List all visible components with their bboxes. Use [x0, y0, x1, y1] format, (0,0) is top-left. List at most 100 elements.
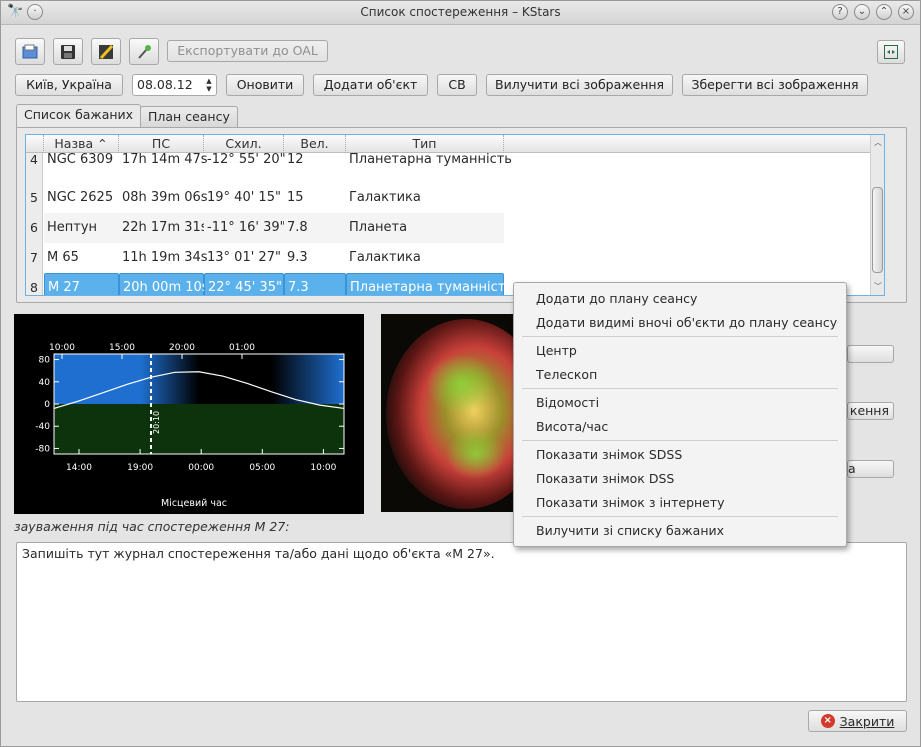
x-tick-label: 14:00 [66, 463, 92, 473]
menu-separator [522, 516, 838, 517]
save-all-images-button[interactable]: Зберегти всі зображення [682, 74, 868, 96]
maximize-icon[interactable]: ⌃ [876, 4, 892, 20]
table-header: Назва ⌃ ПС Схил. Вел. Тип [26, 135, 884, 153]
row-number: 7 [26, 243, 43, 273]
column-header-mag[interactable]: Вел. [284, 135, 346, 153]
help-icon[interactable]: ? [832, 4, 848, 20]
table-row[interactable]: 5 NGC 2625 08h 39m 06s 19° 40' 15" 15 Га… [26, 183, 884, 213]
spin-arrows-icon[interactable]: ▲ ▼ [204, 77, 214, 93]
x-axis-label: Місцевий час [161, 498, 227, 509]
x-tick-label: 00:00 [188, 463, 214, 473]
date-spinbox[interactable]: 08.08.12 ▲ ▼ [132, 74, 217, 96]
menu-separator [522, 336, 838, 337]
cell-ra: 08h 39m 06s [122, 190, 208, 205]
column-header-type[interactable]: Тип [346, 135, 504, 153]
cell-mag: 7.8 [284, 213, 346, 243]
row-number: 4 [26, 153, 43, 183]
menu-item-telescope[interactable]: Телескоп [536, 367, 597, 382]
expand-view-button[interactable] [877, 40, 905, 64]
cell-mag: 7.3 [284, 273, 346, 295]
column-header-dec[interactable]: Схил. [204, 135, 284, 153]
title-bar: 🔭 · Список спостереження – KStars ? ⌄ ⌃ … [1, 1, 920, 25]
fullscreen-icon [884, 45, 898, 59]
cell-name: M 65 [47, 250, 79, 265]
altitude-plot: 80 40 0 -40 -80 14:00 19:00 00:00 05:00 10:00 10:0… [35, 343, 345, 509]
table-row[interactable]: 7 M 65 11h 19m 34s 13° 01' 27" 9.3 Галак… [26, 243, 884, 273]
cell-mag: 9.3 [287, 250, 308, 265]
tab-wishlist[interactable]: Список бажаних [16, 104, 142, 128]
cell-dec: 19° 40' 15" [207, 190, 281, 205]
hidden-control-1[interactable] [847, 345, 894, 363]
menu-item-altitude-time[interactable]: Висота/час [536, 419, 608, 434]
cell-name: NGC 6309 [47, 152, 114, 167]
x-tick-label: 05:00 [249, 463, 275, 473]
cell-ra: 17h 14m 47s [122, 152, 208, 167]
menu-item-add-visible-to-session[interactable]: Додати видимі вночі об'єкти до плану сеа… [536, 315, 837, 330]
current-time-label: 20:10 [152, 411, 161, 434]
cell-dec: 22° 45' 35" [204, 273, 284, 295]
header-corner [26, 135, 44, 153]
tab-session-plan[interactable]: План сеансу [140, 106, 238, 128]
y-tick-label: -80 [35, 444, 50, 454]
cb-button[interactable]: СВ [437, 74, 477, 96]
location-button[interactable]: Київ, Україна [15, 74, 123, 96]
table-row[interactable]: 6 Нептун 22h 17m 31s -11° 16' 39" 7.8 Пл… [26, 213, 884, 243]
observing-table[interactable]: Назва ⌃ ПС Схил. Вел. Тип 4 NGC 6309 17h… [25, 134, 885, 296]
wishlist-panel: Назва ⌃ ПС Схил. Вел. Тип 4 NGC 6309 17h… [16, 127, 907, 303]
scroll-thumb[interactable] [872, 187, 883, 273]
hidden-control-3[interactable]: а [847, 460, 894, 478]
save-file-button[interactable] [53, 38, 83, 65]
save-as-button[interactable] [91, 38, 121, 65]
menu-item-show-sdss[interactable]: Показати знімок SDSS [536, 447, 682, 462]
update-button[interactable]: Оновити [226, 74, 304, 96]
cell-ra: 20h 00m 10s [119, 273, 209, 295]
remove-all-images-button[interactable]: Вилучити всі зображення [486, 74, 673, 96]
ground-area [54, 404, 344, 454]
x-tick-top-label: 10:00 [49, 343, 75, 353]
export-oal-button[interactable]: Експортувати до OAL [167, 40, 328, 62]
menu-separator [522, 440, 838, 441]
table-row[interactable]: 4 NGC 6309 17h 14m 47s -12° 55' 20" 12 П… [26, 153, 884, 183]
x-tick-top-label: 01:00 [229, 343, 255, 353]
minimize-icon[interactable]: ⌄ [854, 4, 870, 20]
object-image[interactable] [381, 314, 521, 512]
column-header-ra[interactable]: ПС [119, 135, 204, 153]
menu-item-remove-from-wishlist[interactable]: Вилучити зі списку бажаних [536, 523, 724, 538]
cell-mag: 15 [287, 190, 304, 205]
table-scrollbar[interactable]: ︿ ﹀ [870, 135, 884, 295]
row-number: 5 [26, 183, 43, 213]
altitude-time-chart[interactable]: 80 40 0 -40 -80 14:00 19:00 00:00 05:00 10:00 10:0… [14, 314, 364, 514]
y-tick-label: 80 [39, 356, 51, 366]
y-tick-label: -40 [35, 422, 50, 432]
sky-area [54, 354, 344, 404]
notes-textarea[interactable]: Запишіть тут журнал спостереження та/або… [16, 542, 907, 702]
menu-item-details[interactable]: Відомості [536, 395, 599, 410]
row-number: 6 [26, 213, 43, 243]
cell-type: Галактика [349, 190, 421, 205]
cell-ra: 22h 17m 31s [119, 213, 208, 243]
hidden-control-2[interactable]: кення [847, 402, 894, 420]
wizard-button[interactable] [129, 38, 159, 65]
menu-item-add-to-session[interactable]: Додати до плану сеансу [536, 291, 697, 306]
menu-item-show-internet-image[interactable]: Показати знімок з інтернету [536, 495, 725, 510]
menu-item-center[interactable]: Центр [536, 343, 577, 358]
save-icon [61, 44, 75, 59]
add-object-button[interactable]: Додати об'єкт [313, 74, 428, 96]
sort-ascending-icon: ⌃ [97, 136, 108, 151]
edit-document-icon [99, 44, 114, 59]
cell-type: Планетарна туманність [346, 273, 513, 295]
menu-item-show-dss[interactable]: Показати знімок DSS [536, 471, 674, 486]
date-value: 08.08.12 [137, 77, 193, 92]
cell-type: Галактика [349, 250, 421, 265]
kstars-observing-list-window: 🔭 · Список спостереження – KStars ? ⌄ ⌃ … [0, 0, 921, 747]
scroll-down-icon[interactable]: ﹀ [871, 281, 884, 292]
cell-dec: -11° 16' 39" [204, 213, 286, 243]
close-button[interactable]: × Закрити [808, 710, 907, 732]
close-window-icon[interactable]: × [898, 4, 914, 20]
x-tick-top-label: 20:00 [169, 343, 195, 353]
window-title: Список спостереження – KStars [360, 5, 561, 19]
open-file-button[interactable] [15, 38, 45, 65]
scroll-up-icon[interactable]: ︿ [871, 137, 884, 148]
column-header-name[interactable]: Назва ⌃ [44, 135, 119, 153]
close-button-label: Закрити [839, 713, 895, 729]
